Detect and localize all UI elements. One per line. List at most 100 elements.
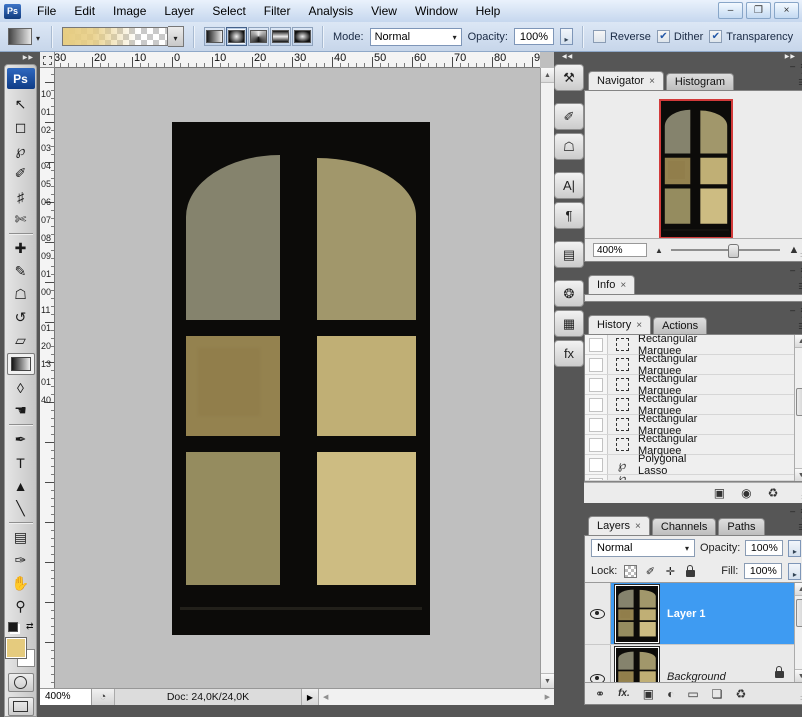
history-source-checkbox[interactable] <box>585 415 608 434</box>
lock-position-icon[interactable] <box>663 564 677 578</box>
layer-name[interactable]: Background <box>667 671 726 682</box>
healing-brush-tool[interactable]: ✚ <box>7 237 35 260</box>
quick-mask-button[interactable] <box>8 673 34 692</box>
new-layer-icon[interactable]: ❏ <box>712 687 723 701</box>
scroll-up-arrow[interactable] <box>795 583 802 596</box>
history-state-row[interactable]: ℘ Polygonal Lasso <box>585 455 794 475</box>
menu-item[interactable]: Edit <box>65 4 104 18</box>
lock-transparency-icon[interactable] <box>623 564 637 578</box>
expand-dock-arrows[interactable]: ▶▶ <box>785 53 796 60</box>
layer-opacity-input[interactable]: 100% <box>745 540 783 556</box>
scroll-down-arrow[interactable] <box>541 673 554 688</box>
panel-minimize-icon[interactable]: – <box>790 266 795 275</box>
pen-tool[interactable]: ✒ <box>7 428 35 451</box>
transparency-checkbox[interactable]: ✔ <box>709 30 722 43</box>
history-state-row[interactable]: Rectangular Marquee <box>585 355 794 375</box>
link-layers-icon[interactable]: ⚭ <box>595 687 605 701</box>
history-state-row[interactable]: Rectangular Marquee <box>585 415 794 435</box>
history-source-checkbox[interactable] <box>585 335 608 354</box>
lock-all-icon[interactable] <box>683 564 697 578</box>
screen-mode-button[interactable] <box>8 697 34 716</box>
layer-blend-mode-select[interactable]: Normal <box>591 539 695 557</box>
history-source-checkbox[interactable] <box>585 395 608 414</box>
layer-name[interactable]: Layer 1 <box>667 608 706 620</box>
zoom-out-icon[interactable]: ▲ <box>655 246 663 255</box>
history-source-checkbox[interactable] <box>585 455 608 474</box>
scroll-up-arrow[interactable] <box>541 68 554 83</box>
canvas-image[interactable] <box>172 122 430 635</box>
add-layer-mask-icon[interactable]: ▣ <box>643 687 654 701</box>
history-state-row[interactable]: Rectangular Marquee <box>585 435 794 455</box>
reverse-checkbox[interactable] <box>593 30 606 43</box>
delete-layer-icon[interactable]: ♻ <box>735 687 746 701</box>
ruler-origin-corner[interactable] <box>40 52 55 68</box>
menu-item[interactable]: File <box>28 4 65 18</box>
default-colors-icon[interactable] <box>8 622 18 632</box>
clone-stamp-tool[interactable]: ☖ <box>7 283 35 306</box>
layer-visibility-toggle[interactable] <box>585 645 611 682</box>
navigator-zoom-slider[interactable] <box>671 249 781 251</box>
brushes-icon[interactable]: ✐ <box>554 103 584 130</box>
blend-mode-select[interactable]: Normal <box>370 28 462 46</box>
dither-checkbox[interactable]: ✔ <box>657 30 670 43</box>
tool-preset-picker[interactable] <box>6 27 42 47</box>
tab-histogram[interactable]: Histogram <box>666 73 734 90</box>
swap-colors-icon[interactable]: ⇄ <box>26 621 34 632</box>
clone-source-icon[interactable]: ☖ <box>554 133 584 160</box>
tab-close-icon[interactable] <box>620 279 626 291</box>
blur-tool[interactable]: ◊ <box>7 376 35 399</box>
slice-tool[interactable]: ✄ <box>7 208 35 231</box>
history-brush-tool[interactable]: ↺ <box>7 306 35 329</box>
slider-thumb[interactable] <box>728 244 739 258</box>
layer-style-icon[interactable]: fx. <box>618 688 630 699</box>
foreground-color-chip[interactable] <box>6 638 26 658</box>
layer1-thumbnail[interactable] <box>615 585 659 643</box>
panel-menu-icon[interactable]: ▾☰ <box>798 516 802 532</box>
new-group-icon[interactable]: ▭ <box>687 687 698 701</box>
layers-scrollbar[interactable] <box>794 583 802 682</box>
menu-item[interactable]: Help <box>467 4 510 18</box>
brush-tool[interactable]: ✎ <box>7 260 35 283</box>
zoom-in-icon[interactable]: ▲ <box>788 244 799 256</box>
gradient-picker-arrow[interactable] <box>168 26 184 47</box>
styles-icon[interactable]: fx <box>554 340 584 367</box>
menu-item[interactable]: Layer <box>155 4 203 18</box>
close-button[interactable]: × <box>774 2 799 19</box>
history-state-row-clipped[interactable]: ℘ <box>585 475 794 481</box>
diamond-gradient-button[interactable] <box>292 27 313 46</box>
tab-info[interactable]: Info <box>588 275 635 294</box>
adjustment-layer-icon[interactable]: ◐ <box>667 687 674 701</box>
tab-close-icon[interactable] <box>636 319 642 331</box>
panel-menu-icon[interactable]: ▾☰ <box>798 315 802 331</box>
new-document-from-state-icon[interactable]: ▣ <box>714 486 725 500</box>
scroll-down-arrow[interactable] <box>795 468 802 481</box>
radial-gradient-button[interactable] <box>226 27 247 46</box>
tab-actions[interactable]: Actions <box>653 317 707 334</box>
scroll-up-arrow[interactable] <box>795 335 802 348</box>
collapse-dock-arrows[interactable]: ◀◀ <box>562 53 573 60</box>
document-size-info[interactable]: Doc: 24,0K/24,0K <box>115 689 302 705</box>
history-source-checkbox[interactable] <box>585 475 608 480</box>
scroll-down-arrow[interactable] <box>795 669 802 682</box>
notes-tool[interactable]: ▤ <box>7 526 35 549</box>
layer-comps-icon[interactable]: ▤ <box>554 241 584 268</box>
menu-item[interactable]: Window <box>406 4 467 18</box>
hand-tool[interactable]: ✋ <box>7 572 35 595</box>
canvas-vertical-scrollbar[interactable] <box>540 68 554 688</box>
eraser-tool[interactable]: ▱ <box>7 329 35 352</box>
lasso-tool[interactable]: ℘ <box>7 139 35 162</box>
restore-button[interactable]: ❐ <box>746 2 771 19</box>
history-state-row[interactable]: Rectangular Marquee <box>585 335 794 355</box>
path-selection-tool[interactable]: ▲ <box>7 474 35 497</box>
delete-state-icon[interactable]: ♻ <box>768 486 779 500</box>
history-source-checkbox[interactable] <box>585 355 608 374</box>
zoom-tool[interactable]: ⚲ <box>7 595 35 618</box>
opacity-input[interactable]: 100% <box>514 28 554 45</box>
tab-paths[interactable]: Paths <box>718 518 764 535</box>
panel-minimize-icon[interactable]: – <box>790 306 795 315</box>
gradient-preview-swatch[interactable] <box>62 27 168 46</box>
lock-pixels-icon[interactable] <box>643 564 657 578</box>
background-thumbnail[interactable] <box>615 647 659 682</box>
timing-icon[interactable]: ◔ <box>92 689 115 705</box>
minimize-button[interactable]: – <box>718 2 743 19</box>
